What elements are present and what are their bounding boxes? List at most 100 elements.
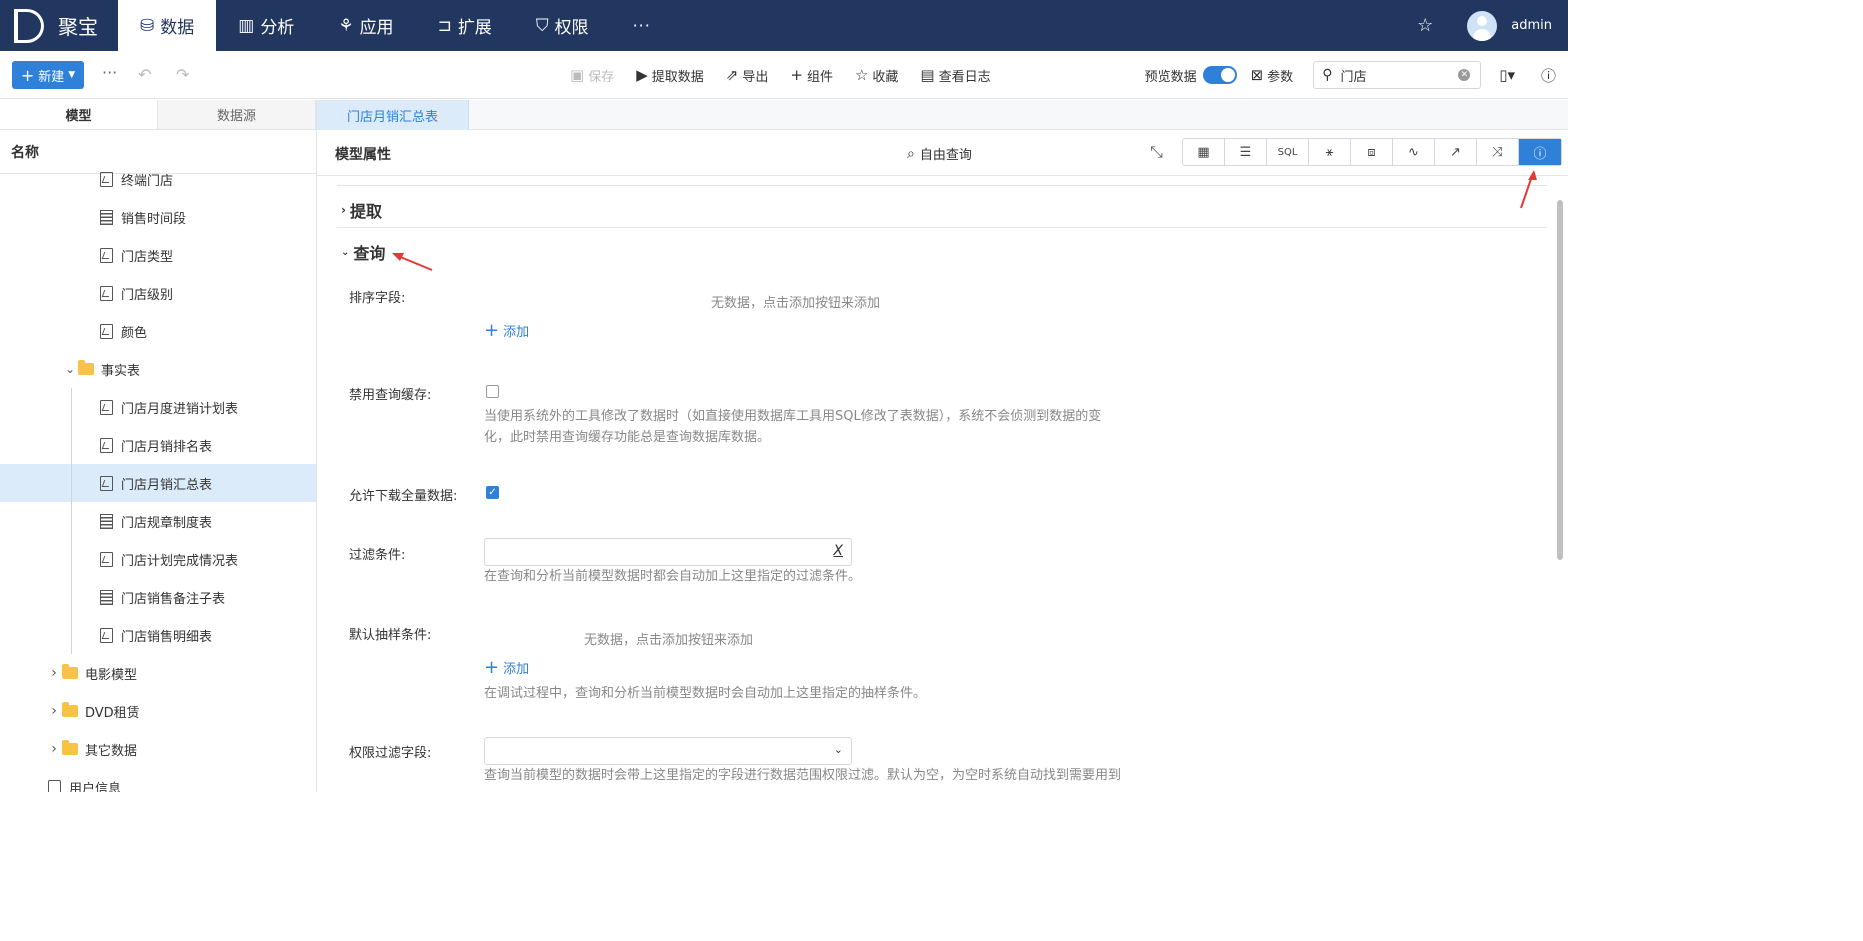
save-label: 保存	[588, 69, 615, 85]
layout-icon[interactable]: ▯▾	[1499, 66, 1515, 84]
tree-item-label: 门店级别	[121, 287, 174, 303]
tree-item[interactable]: ⌄ 事实表	[0, 350, 316, 388]
sort-add-button[interactable]: + 添加	[484, 321, 529, 340]
preview-data-toggle[interactable]	[1202, 66, 1237, 84]
sample-label: 默认抽样条件:	[349, 628, 432, 643]
tree-item[interactable]: 门店类型	[0, 236, 316, 274]
table-icon	[100, 209, 113, 225]
left-tabs: 模型 数据源	[0, 100, 316, 130]
bar-chart-icon: ▥	[238, 15, 255, 36]
favorite-label: 收藏	[872, 69, 899, 85]
tree-item-label: 门店计划完成情况表	[121, 553, 239, 569]
export-label: 导出	[742, 69, 769, 85]
nav-more-button[interactable]: ···	[611, 16, 673, 35]
tree-item[interactable]: 销售时间段	[0, 198, 316, 236]
nav-item-apps[interactable]: ⚘ 应用	[316, 0, 415, 51]
info-icon[interactable]: ⓘ	[1541, 65, 1556, 86]
info-view-button[interactable]: ⓘ	[1519, 139, 1561, 165]
chevron-right-icon[interactable]: ›	[46, 703, 62, 719]
filter-label: 过滤条件:	[349, 548, 406, 563]
export-button[interactable]: ⇗ 导出	[726, 66, 769, 85]
run-icon: ⚹	[1325, 144, 1334, 160]
disable-cache-checkbox[interactable]	[486, 385, 499, 398]
section-query[interactable]: ⌄ 查询	[341, 240, 385, 264]
folder-icon	[62, 702, 78, 717]
free-query-button[interactable]: ⌕ 自由查询	[907, 144, 972, 164]
sample-help: 在调试过程中，查询和分析当前模型数据时会自动加上这里指定的抽样条件。	[484, 686, 927, 701]
nav-item-data[interactable]: ⛁ 数据	[118, 0, 217, 51]
center-tools: ▣ 保存 ▶ 提取数据 ⇗ 导出 + 组件 ☆ 收藏 ▤ 查看日志	[570, 51, 991, 99]
tree-item[interactable]: 门店月销汇总表	[0, 464, 316, 502]
tree-item-label: 门店销售备注子表	[121, 591, 226, 607]
chevron-right-icon[interactable]: ›	[46, 665, 62, 681]
brand[interactable]: 聚宝	[0, 0, 118, 51]
undo-icon[interactable]: ↶	[138, 65, 151, 84]
tab-datasource[interactable]: 数据源	[158, 100, 316, 129]
table-view-button[interactable]: ▦	[1183, 139, 1225, 165]
tree-item[interactable]: 门店计划完成情况表	[0, 540, 316, 578]
user-name[interactable]: admin	[1511, 18, 1552, 33]
star-icon[interactable]: ☆	[1417, 15, 1433, 36]
trend-view-button[interactable]: ↗	[1435, 139, 1477, 165]
favorite-button[interactable]: ☆ 收藏	[855, 66, 898, 85]
redo-icon[interactable]: ↷	[176, 65, 189, 84]
list-icon: ☰	[1239, 144, 1252, 160]
new-button[interactable]: + 新建 ▼	[12, 61, 84, 89]
more-icon[interactable]: ···	[102, 63, 117, 82]
filter-input[interactable]: X	[484, 538, 852, 566]
sql-view-button[interactable]: SQL	[1267, 139, 1309, 165]
sample-add-button[interactable]: + 添加	[484, 658, 529, 677]
tree-item[interactable]: 门店月销排名表	[0, 426, 316, 464]
list-view-button[interactable]: ☰	[1225, 139, 1267, 165]
tree-item[interactable]: 终端门店	[0, 160, 316, 198]
save-button[interactable]: ▣ 保存	[570, 66, 614, 85]
avatar[interactable]	[1467, 10, 1498, 41]
tab-model[interactable]: 模型	[0, 100, 158, 129]
pulse-view-button[interactable]: ∿	[1393, 139, 1435, 165]
add-label: 添加	[503, 325, 530, 340]
chevron-right-icon[interactable]: ›	[46, 741, 62, 757]
permission-field-select[interactable]: ⌄	[484, 737, 852, 765]
clear-icon[interactable]: ✕	[1458, 69, 1471, 81]
section-extract[interactable]: › 提取	[341, 198, 382, 222]
formula-icon[interactable]: X	[833, 543, 843, 559]
page-title: 模型属性	[335, 147, 391, 163]
search-input[interactable]	[1340, 67, 1451, 83]
tree-item[interactable]: 门店规章制度表	[0, 502, 316, 540]
tree-item[interactable]: › 电影模型	[0, 654, 316, 692]
tree-item[interactable]: 门店销售明细表	[0, 616, 316, 654]
model-icon	[100, 475, 113, 491]
tree-item[interactable]: › 其它数据	[0, 730, 316, 768]
extract-data-button[interactable]: ▶ 提取数据	[636, 66, 704, 85]
compare-view-button[interactable]: ⤨	[1477, 139, 1519, 165]
graph-view-button[interactable]: ⧈	[1351, 139, 1393, 165]
nav-item-extension[interactable]: ⊐ 扩展	[416, 0, 514, 51]
toolbar: + 新建 ▼ ··· ↶ ↷ ▣ 保存 ▶ 提取数据 ⇗ 导出 + 组件 ☆ 收藏 ▤ 查看…	[0, 51, 1568, 99]
tree-item[interactable]: 门店销售备注子表	[0, 578, 316, 616]
tree-item-label: 门店月销汇总表	[121, 477, 213, 493]
tab-store-monthly-summary[interactable]: 门店月销汇总表	[317, 100, 469, 130]
tree-item[interactable]: 用户信息	[0, 768, 316, 792]
run-view-button[interactable]: ⚹	[1309, 139, 1351, 165]
tree-item[interactable]: 门店级别	[0, 274, 316, 312]
chevron-down-icon[interactable]: ⌄	[62, 362, 78, 376]
content-scrollbar[interactable]	[1557, 200, 1563, 560]
model-icon	[100, 323, 113, 339]
graph-icon: ⧈	[1367, 144, 1376, 160]
extract-label: 提取数据	[651, 69, 704, 85]
nav-item-permission[interactable]: ⛉ 权限	[514, 0, 611, 51]
allow-download-checkbox[interactable]: ✓	[486, 486, 499, 499]
log-icon: ▤	[920, 66, 935, 84]
nav-item-analysis[interactable]: ▥ 分析	[216, 0, 316, 51]
collapse-icon[interactable]: ⤡	[1150, 142, 1163, 162]
model-icon	[100, 285, 113, 301]
folder-icon	[62, 664, 78, 679]
tree-item-label: DVD租赁	[85, 705, 140, 721]
params-button[interactable]: ⊠ 参数	[1251, 66, 1294, 85]
tree-item[interactable]: › DVD租赁	[0, 692, 316, 730]
tree-item[interactable]: 门店月度进销计划表	[0, 388, 316, 426]
view-log-button[interactable]: ▤ 查看日志	[920, 66, 990, 85]
tree-item[interactable]: 颜色	[0, 312, 316, 350]
component-button[interactable]: + 组件	[790, 66, 833, 85]
model-icon	[100, 437, 113, 453]
